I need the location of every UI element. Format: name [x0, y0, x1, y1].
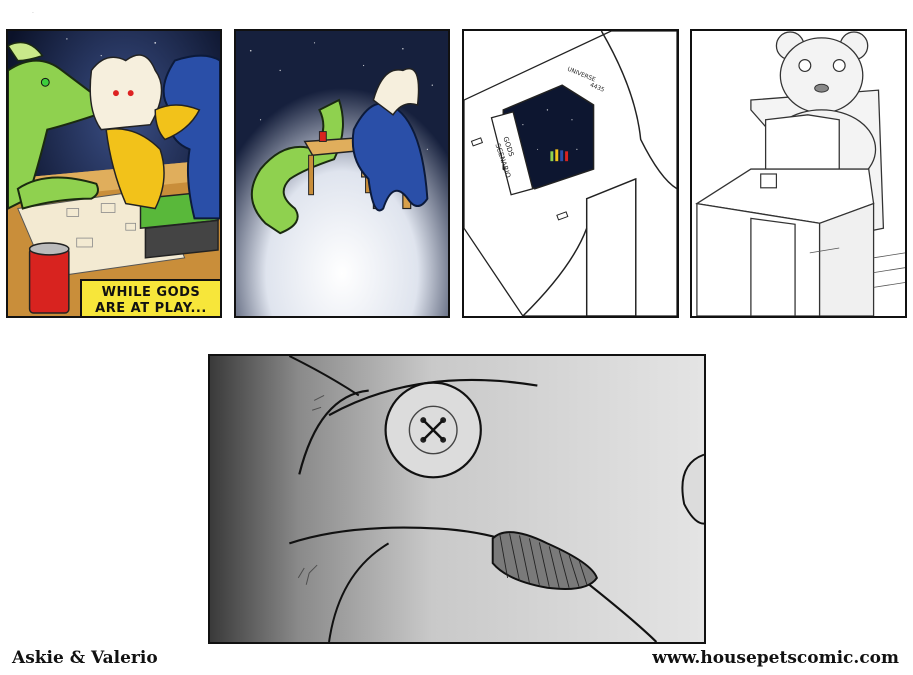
white-fox: [89, 54, 163, 131]
panel-4-art: [692, 31, 905, 316]
comic-panel-2: [234, 29, 450, 318]
soda-can: [28, 242, 70, 314]
comic-panel-4: [690, 29, 907, 318]
panel-1-art: [8, 31, 220, 316]
panel-5-art: [210, 356, 704, 642]
panel-3-art: GODS SCENARIO UNIVERSE 4435: [464, 31, 677, 316]
comic-panel-3: GODS SCENARIO UNIVERSE 4435: [462, 29, 679, 318]
caption-line-1: WHILE GODS: [101, 285, 201, 300]
button-eye: [384, 381, 482, 479]
character-credit: Askie & Valerio: [12, 648, 158, 668]
tiny-box: [760, 173, 778, 189]
comic-panel-5: [208, 354, 706, 644]
corner-mark: ·: [32, 10, 34, 17]
site-url-link[interactable]: www.housepetscomic.com: [652, 648, 899, 668]
panel-2-art: [236, 31, 448, 316]
caption-line-2: ARE AT PLAY...: [95, 301, 207, 316]
comic-panel-1: WHILE GODS ARE AT PLAY...: [6, 29, 222, 318]
narration-caption: WHILE GODS ARE AT PLAY...: [80, 279, 220, 316]
